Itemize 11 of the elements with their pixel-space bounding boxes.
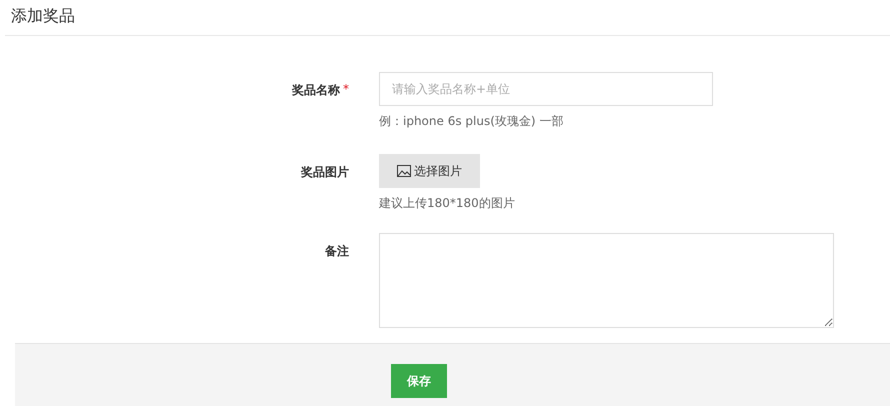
help-text: 建议上传180*180的图片 bbox=[379, 195, 515, 212]
input-field[interactable]: 请输入奖品名称+单位 bbox=[379, 72, 713, 106]
image-icon bbox=[397, 165, 411, 177]
field-label: 奖品图片 bbox=[301, 164, 349, 181]
page-title: 添加奖品 bbox=[11, 6, 75, 25]
field-label: 备注 bbox=[325, 243, 349, 260]
field-label: 奖品名称 bbox=[292, 82, 340, 99]
required-mark: * bbox=[343, 82, 349, 96]
help-text: 例：iphone 6s plus(玫瑰金) 一部 bbox=[379, 113, 564, 130]
choose-image-button[interactable]: 选择图片 bbox=[379, 154, 480, 188]
notes-field[interactable] bbox=[379, 233, 834, 328]
